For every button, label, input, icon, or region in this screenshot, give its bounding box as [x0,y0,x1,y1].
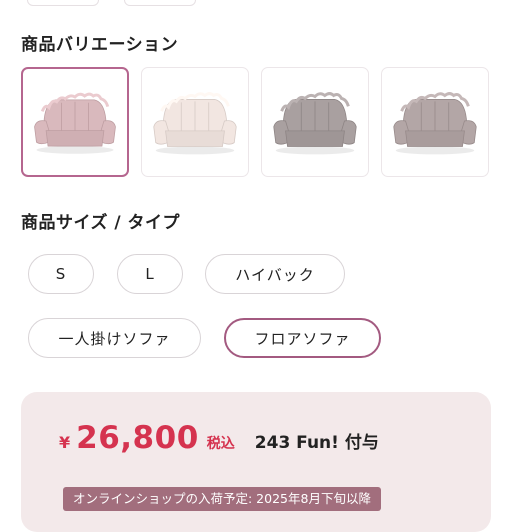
price-value: 26,800 [76,420,199,456]
type-option-floor-sofa[interactable]: フロアソファ [224,318,381,358]
tax-included-label: 税込 [206,436,235,452]
sofa-thumbnail-image [153,92,237,155]
points-award: 243 Fun! 付与 [254,433,379,453]
top-cutoff-button-2[interactable] [124,0,196,6]
variation-section-title: 商品バリエーション [21,35,179,55]
sofa-thumbnail-image [34,92,116,154]
size-section-title: 商品サイズ / タイプ [21,213,181,233]
variation-option-4[interactable] [381,67,489,177]
type-option-single-sofa[interactable]: 一人掛けソファ [28,318,201,358]
price-row: ¥ 26,800 税込 243 Fun! 付与 [59,420,379,456]
type-option-highback[interactable]: ハイバック [205,254,345,294]
variation-option-3[interactable] [261,67,369,177]
yen-symbol: ¥ [59,433,71,452]
price-panel: ¥ 26,800 税込 243 Fun! 付与 オンラインショップの入荷予定: … [21,392,491,532]
variation-option-2[interactable] [141,67,249,177]
variation-option-1[interactable] [21,67,129,177]
restock-notice-badge: オンラインショップの入荷予定: 2025年8月下旬以降 [63,487,381,511]
sofa-thumbnail-image [393,92,477,155]
top-cutoff-button-1[interactable] [27,0,99,6]
size-option-l[interactable]: L [117,254,183,294]
variation-list [21,67,493,180]
sofa-thumbnail-image [273,92,357,155]
size-option-s[interactable]: S [28,254,94,294]
